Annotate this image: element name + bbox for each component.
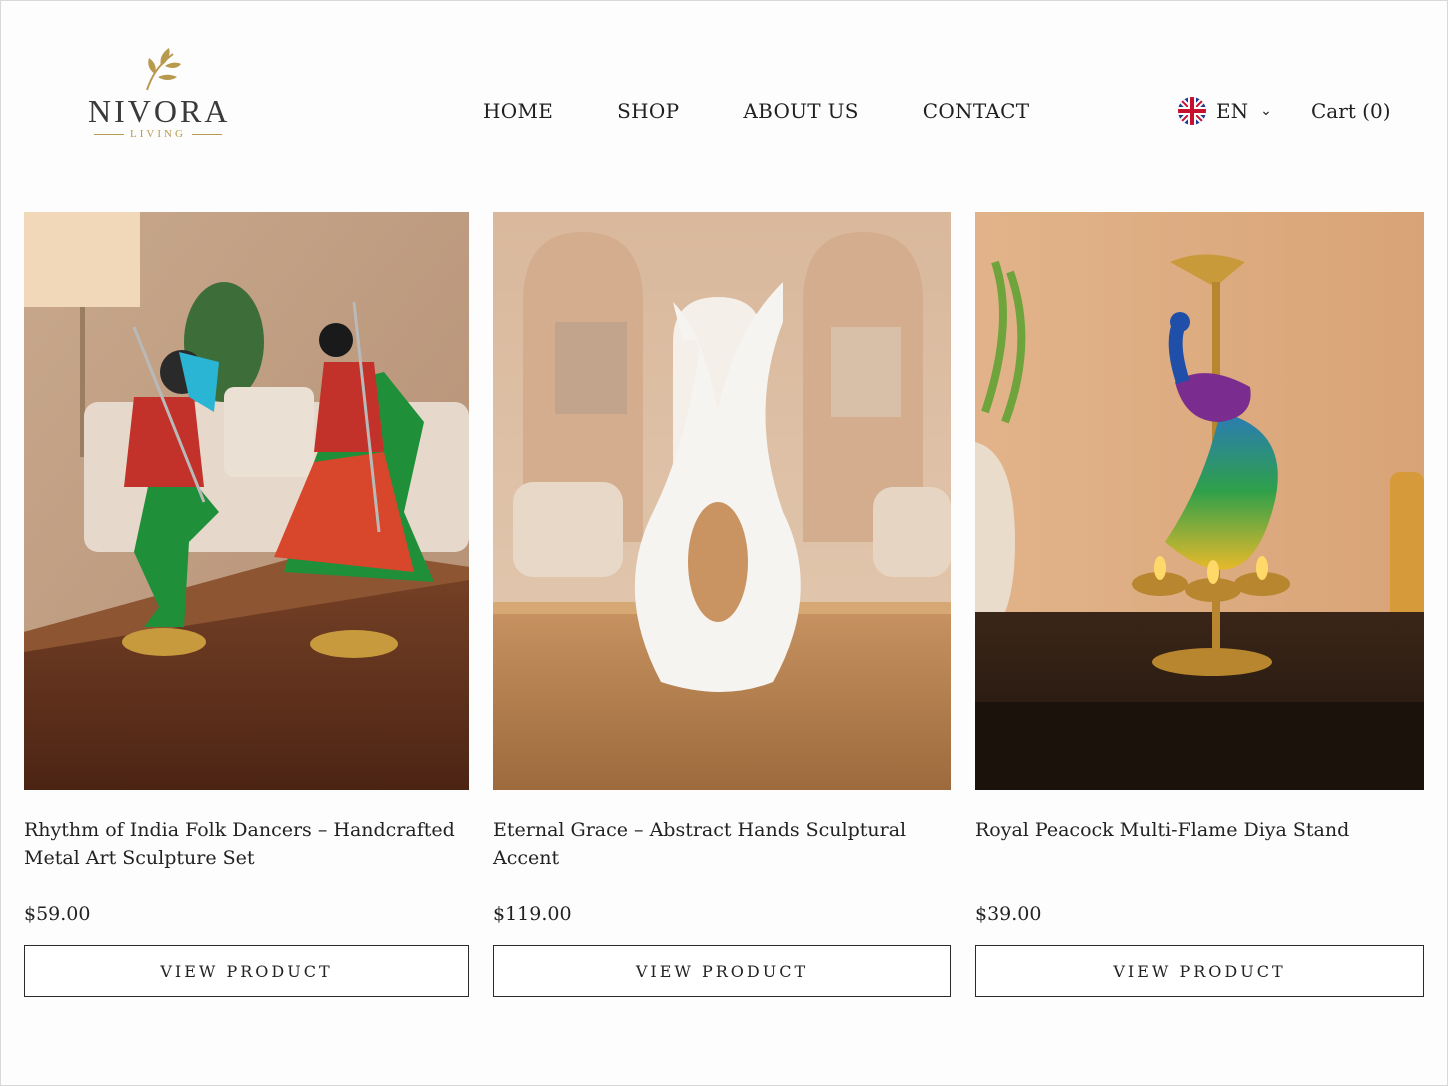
uk-flag-icon [1178,97,1206,125]
view-product-button[interactable]: VIEW PRODUCT [24,945,469,997]
product-price: $119.00 [493,903,572,925]
view-product-button[interactable]: VIEW PRODUCT [975,945,1424,997]
product-title[interactable]: Eternal Grace – Abstract Hands Sculptura… [493,816,951,900]
product-title[interactable]: Rhythm of India Folk Dancers – Handcraft… [24,816,469,900]
product-image-abstract-hands[interactable] [493,212,951,790]
chevron-down-icon: ⌄ [1260,103,1272,119]
language-selector[interactable]: EN ⌄ [1178,96,1272,126]
site-header: NIVORA LIVING HOME SHOP ABOUT US CONTACT… [0,0,1448,190]
language-code: EN [1216,99,1249,123]
product-card: Eternal Grace – Abstract Hands Sculptura… [493,212,951,997]
cart-link[interactable]: Cart (0) [1311,96,1391,126]
nav-about-us[interactable]: ABOUT US [743,96,858,126]
product-title[interactable]: Royal Peacock Multi-Flame Diya Stand [975,816,1424,900]
product-image-folk-dancers[interactable] [24,212,469,790]
product-card: Rhythm of India Folk Dancers – Handcraft… [24,212,469,997]
brand-logo[interactable]: NIVORA LIVING [88,44,231,140]
nav-contact[interactable]: CONTACT [923,96,1030,126]
product-price: $59.00 [24,903,91,925]
nav-home[interactable]: HOME [483,96,553,126]
brand-tagline: LIVING [88,128,228,140]
nav-shop[interactable]: SHOP [617,96,679,126]
brand-name: NIVORA [88,93,231,129]
view-product-button[interactable]: VIEW PRODUCT [493,945,951,997]
product-card: Royal Peacock Multi-Flame Diya Stand $39… [975,212,1424,997]
main-nav: HOME SHOP ABOUT US CONTACT [483,96,1093,126]
product-image-peacock-diya[interactable] [975,212,1424,790]
product-price: $39.00 [975,903,1042,925]
leaf-icon [146,48,181,91]
